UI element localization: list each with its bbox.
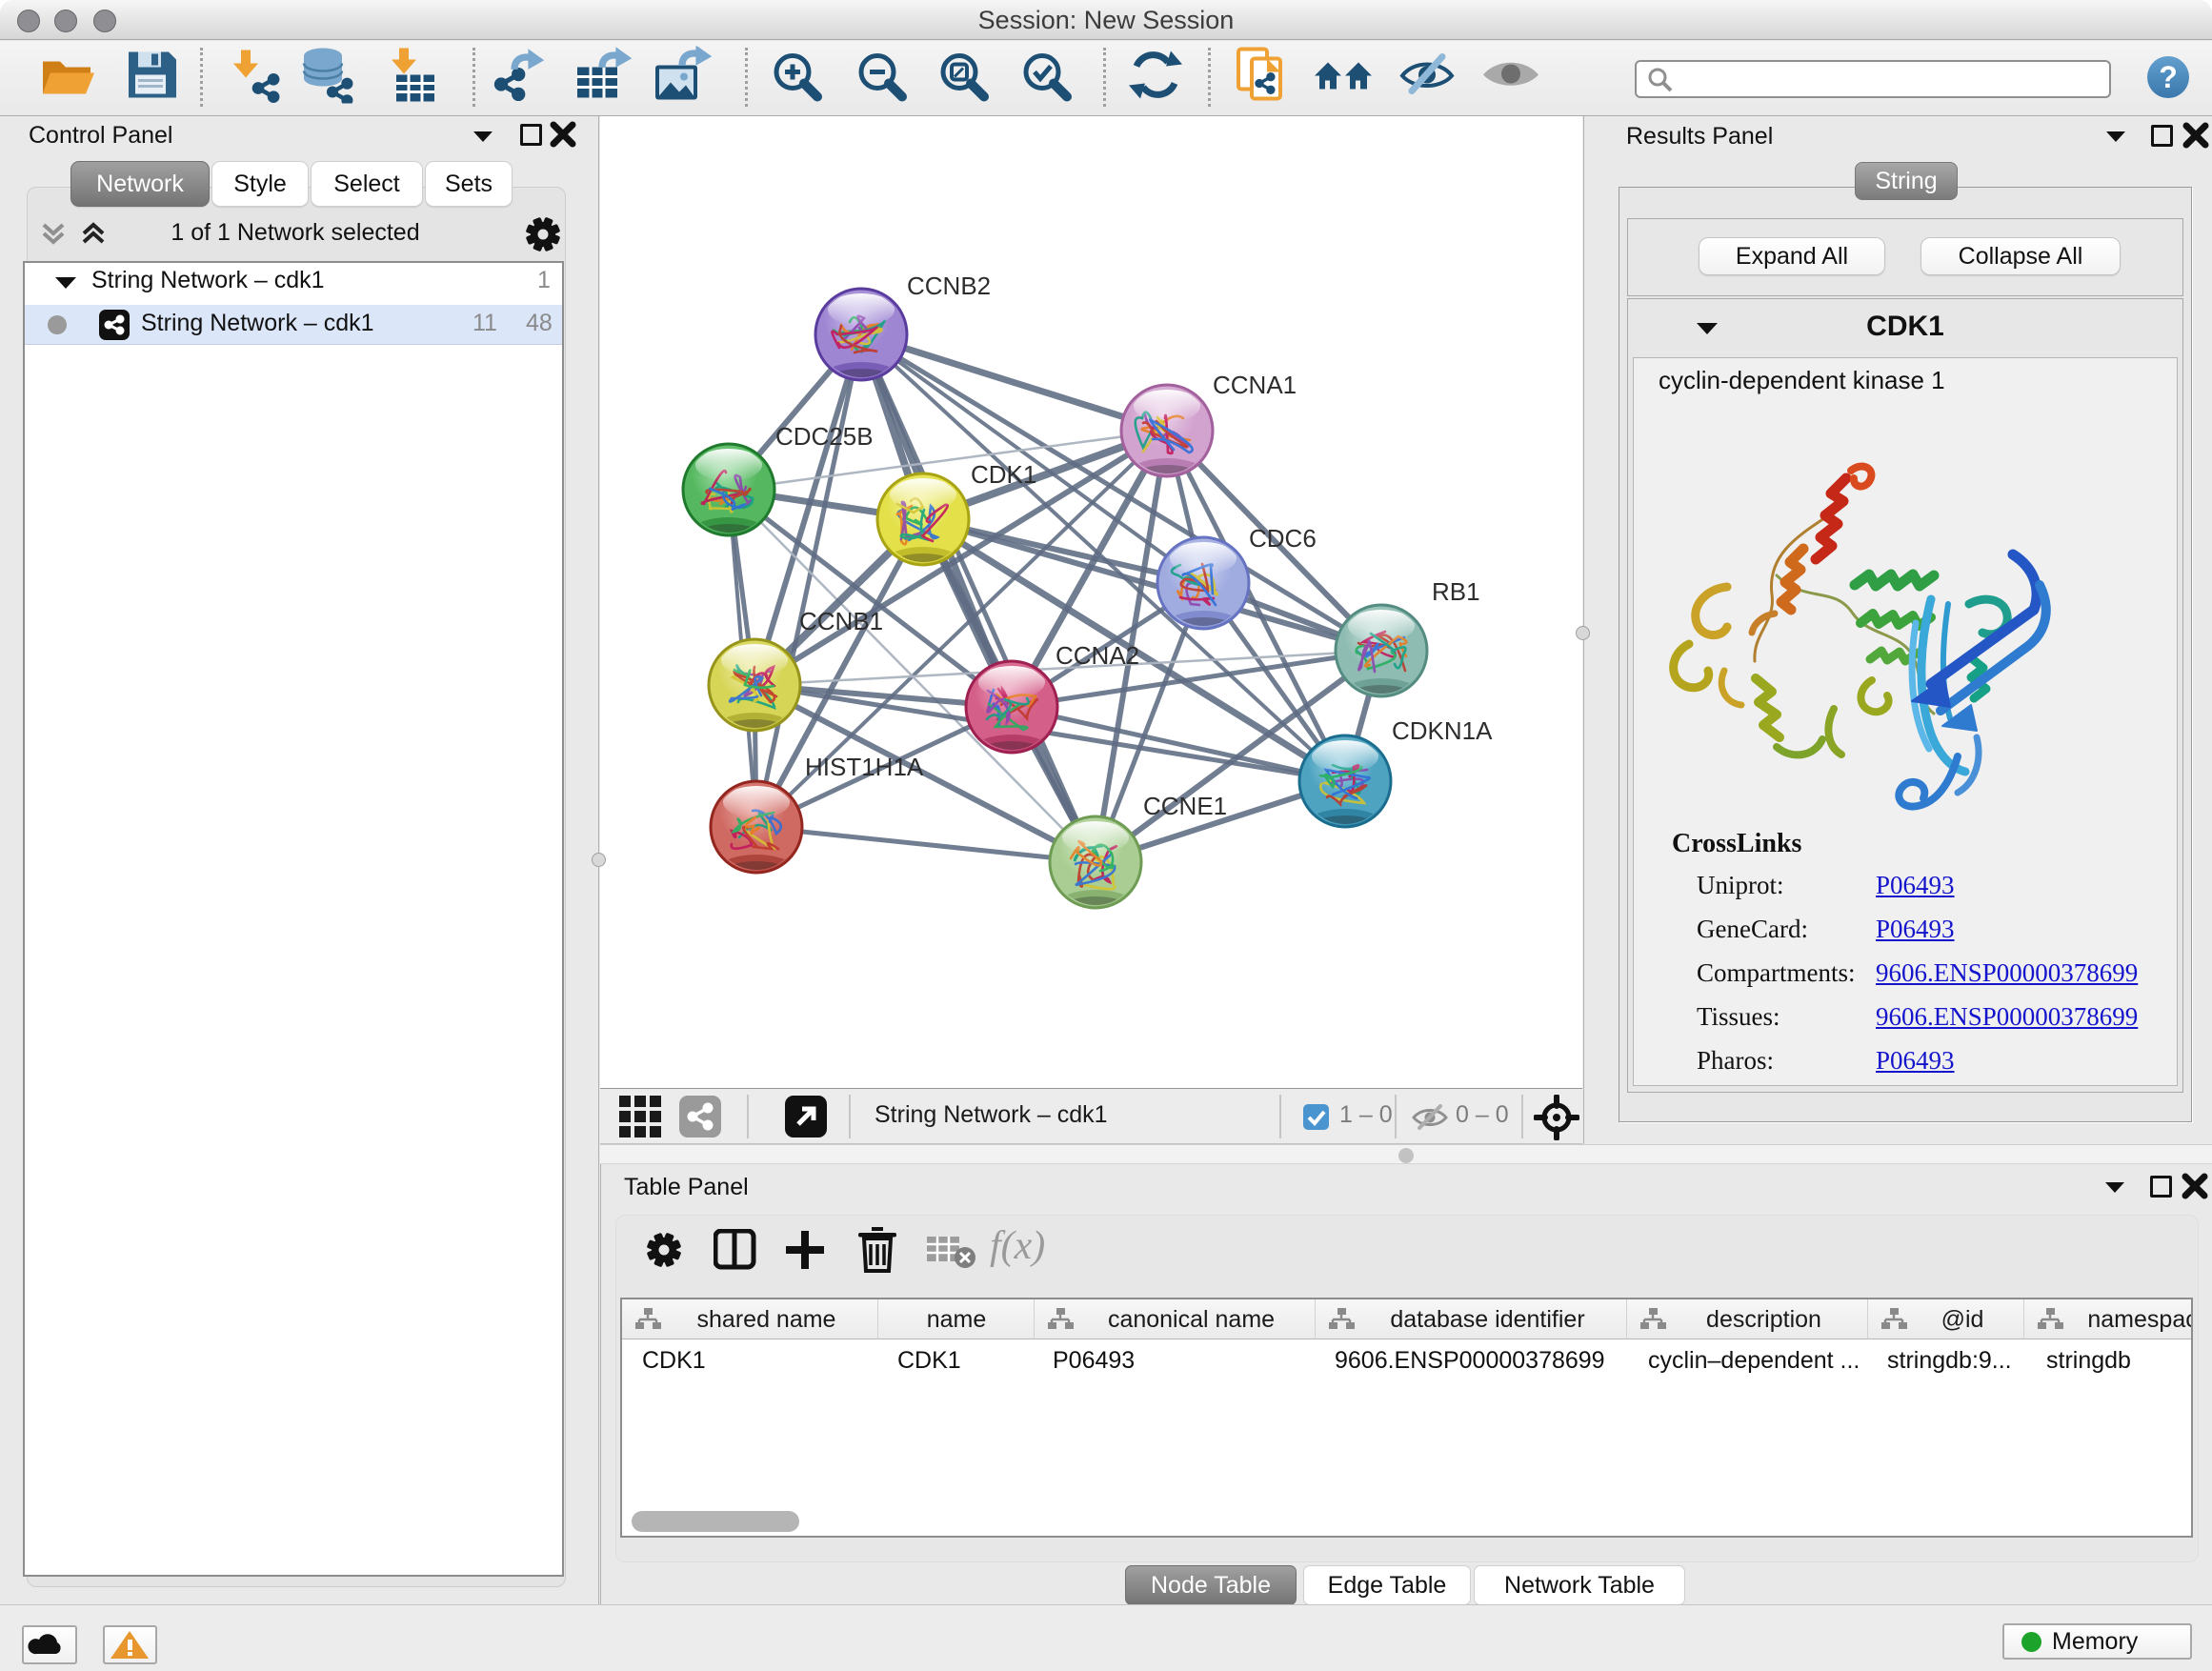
- svg-text:CDC25B: CDC25B: [775, 422, 874, 451]
- svg-text:CCNE1: CCNE1: [1143, 792, 1227, 820]
- svg-text:CCNA1: CCNA1: [1213, 371, 1297, 399]
- svg-text:HIST1H1A: HIST1H1A: [805, 753, 924, 781]
- svg-text:CDC6: CDC6: [1249, 524, 1317, 553]
- svg-text:CCNA2: CCNA2: [1056, 641, 1139, 670]
- svg-text:CCNB2: CCNB2: [907, 272, 991, 300]
- svg-text:CDK1: CDK1: [971, 460, 1036, 489]
- svg-text:RB1: RB1: [1432, 577, 1480, 606]
- svg-text:CDKN1A: CDKN1A: [1392, 716, 1493, 745]
- svg-text:CCNB1: CCNB1: [799, 607, 883, 635]
